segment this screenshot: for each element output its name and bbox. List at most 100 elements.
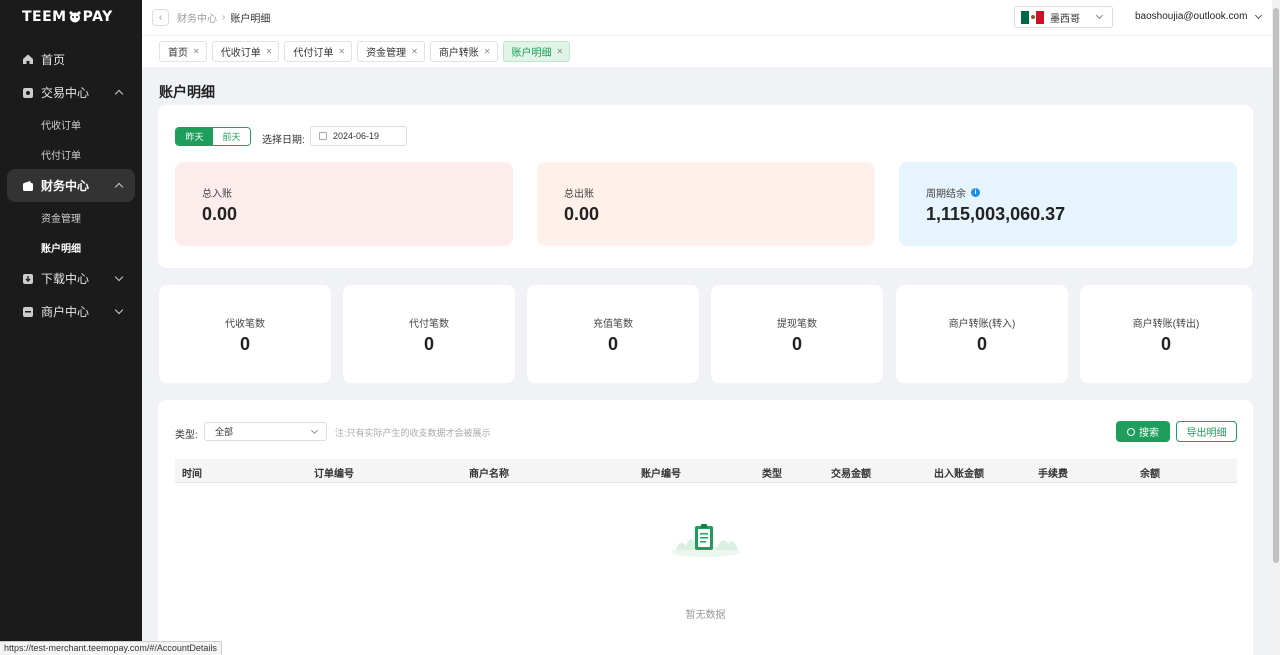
chevron-up-icon [114, 182, 124, 192]
sidebar-item-merchant[interactable]: 商户中心 [0, 295, 142, 328]
total-out-label: 总出账 [564, 189, 594, 200]
column-header[interactable]: 时间 [182, 465, 202, 480]
close-icon[interactable]: ✕ [557, 47, 564, 56]
total-out-value: 0.00 [564, 204, 600, 224]
chevron-down-icon [1255, 11, 1263, 19]
breadcrumb-parent[interactable]: 财务中心 [177, 10, 217, 25]
chevron-down-icon [1095, 11, 1104, 20]
breadcrumb-separator: › [222, 12, 226, 23]
page-scrollbar[interactable] [1272, 0, 1280, 655]
date-label: 选择日期: [262, 135, 305, 146]
sidebar-item-home[interactable]: 首页 [0, 42, 142, 76]
count-card-recharge: 充值笔数 0 [527, 285, 699, 383]
empty-text: 暂无数据 [685, 610, 726, 621]
country-label: 墨西哥 [1050, 13, 1080, 25]
tabs-bar: 首页 ✕ 代收订单 ✕ 代付订单 ✕ 资金管理 ✕ 商户转账 ✕ 账户明细 ✕ [142, 35, 1272, 67]
search-icon [1127, 427, 1135, 436]
country-select[interactable]: 墨西哥 [1014, 6, 1113, 28]
sidebar-item-label: 下载中心 [41, 272, 90, 286]
day-before-button[interactable]: 前天 [213, 128, 250, 145]
sidebar-item-finance[interactable]: 财务中心 [7, 169, 135, 202]
wallet-icon [23, 180, 33, 191]
count-card-transfer-in: 商户转账(转入) 0 [896, 285, 1068, 383]
table-header: 时间 订单编号 商户名称 账户编号 类型 交易金额 出入账金额 手续费 余额 [175, 459, 1237, 483]
tab-merchant-transfer[interactable]: 商户转账 ✕ [429, 41, 498, 62]
count-label: 代付笔数 [409, 319, 449, 330]
chevron-down-icon [114, 272, 124, 282]
tab-label: 代付订单 [293, 48, 334, 59]
empty-state [158, 520, 1253, 563]
column-header[interactable]: 出入账金额 [934, 465, 984, 480]
count-value: 0 [239, 334, 250, 354]
column-header[interactable]: 商户名称 [469, 465, 509, 480]
count-card-withdraw: 提现笔数 0 [711, 285, 883, 383]
trade-icon [23, 87, 33, 98]
sidebar-item-trade[interactable]: 交易中心 [0, 76, 142, 109]
date-value: 2024-06-19 [333, 131, 380, 141]
total-out-box: 总出账 0.00 [537, 162, 875, 246]
download-icon [23, 273, 33, 284]
export-button[interactable]: 导出明细 [1176, 421, 1237, 442]
tab-payout-orders[interactable]: 代付订单 ✕ [284, 41, 353, 62]
page-title: 账户明细 [159, 84, 215, 100]
calendar-icon [319, 132, 327, 140]
count-card-collection: 代收笔数 0 [159, 285, 331, 383]
sidebar-item-label: 商户中心 [41, 305, 90, 319]
browser-status-url: https://test-merchant.teemopay.com/#/Acc… [0, 641, 222, 655]
sidebar-item-download[interactable]: 下载中心 [0, 262, 142, 295]
close-icon[interactable]: ✕ [266, 47, 273, 56]
close-icon[interactable]: ✕ [411, 47, 418, 56]
count-value: 0 [1160, 334, 1171, 354]
tab-account-details[interactable]: 账户明细 ✕ [502, 41, 571, 62]
type-select-value: 全部 [215, 427, 234, 437]
type-label: 类型: [175, 430, 198, 441]
type-select[interactable]: 全部 [204, 422, 327, 441]
info-icon[interactable]: i [971, 188, 980, 197]
date-picker[interactable]: 2024-06-19 [310, 126, 407, 146]
search-button-label: 搜索 [1139, 428, 1159, 439]
user-menu[interactable]: baoshoujia@outlook.com [1135, 11, 1263, 22]
tab-collection-orders[interactable]: 代收订单 ✕ [211, 41, 280, 62]
user-email: baoshoujia@outlook.com [1135, 11, 1248, 22]
period-balance-value: 1,115,003,060.37 [926, 204, 1066, 224]
column-header[interactable]: 账户编号 [641, 465, 681, 480]
count-value: 0 [791, 334, 802, 354]
total-in-box: 总入账 0.00 [175, 162, 513, 246]
period-balance-label: 周期结余 [926, 189, 966, 200]
column-header[interactable]: 类型 [762, 465, 782, 480]
sidebar-item-label: 首页 [41, 52, 66, 67]
column-header[interactable]: 余额 [1140, 465, 1160, 480]
count-value: 0 [976, 334, 987, 354]
sidebar-subitem-account-details[interactable]: 账户明细 [0, 232, 142, 262]
sidebar-subitem-collection-orders[interactable]: 代收订单 [0, 109, 142, 139]
count-label: 充值笔数 [593, 319, 633, 330]
chevron-down-icon [114, 305, 124, 315]
tab-label: 代收订单 [220, 48, 261, 59]
search-button[interactable]: 搜索 [1116, 421, 1170, 442]
sidebar: TEEM PAY 首页 交易中心 代收订单 代付订单 财务中心 资金管理 账户明… [0, 0, 142, 655]
back-button[interactable]: ‹ [152, 9, 169, 26]
close-icon[interactable]: ✕ [338, 47, 345, 56]
close-icon[interactable]: ✕ [484, 47, 491, 56]
brand-logo[interactable]: TEEM PAY [0, 0, 142, 34]
close-icon[interactable]: ✕ [193, 47, 200, 56]
tab-fund-management[interactable]: 资金管理 ✕ [357, 41, 425, 62]
yesterday-button[interactable]: 昨天 [176, 128, 213, 145]
sidebar-subitem-fund-management[interactable]: 资金管理 [0, 202, 142, 232]
logo-text-right: PAY [82, 9, 113, 25]
tab-label: 商户转账 [438, 48, 479, 59]
chevron-up-icon [114, 89, 124, 99]
count-label: 代收笔数 [225, 319, 265, 330]
tab-label: 账户明细 [511, 48, 552, 59]
details-table-card: 类型: 全部 注:只有实际产生的收支数据才会被展示 搜索 导出明细 时间 订单编… [158, 400, 1253, 655]
scrollbar-thumb[interactable] [1273, 8, 1279, 563]
column-header[interactable]: 交易金额 [831, 465, 871, 480]
logo-text-left: TEEM [22, 9, 67, 25]
column-header[interactable]: 订单编号 [314, 465, 354, 480]
tab-home[interactable]: 首页 ✕ [159, 41, 207, 62]
count-label: 商户转账(转入) [948, 319, 1016, 330]
sidebar-subitem-payout-orders[interactable]: 代付订单 [0, 139, 142, 169]
column-header[interactable]: 手续费 [1038, 465, 1068, 480]
total-in-value: 0.00 [202, 204, 238, 224]
period-balance-box: 周期结余 i 1,115,003,060.37 [899, 162, 1237, 246]
